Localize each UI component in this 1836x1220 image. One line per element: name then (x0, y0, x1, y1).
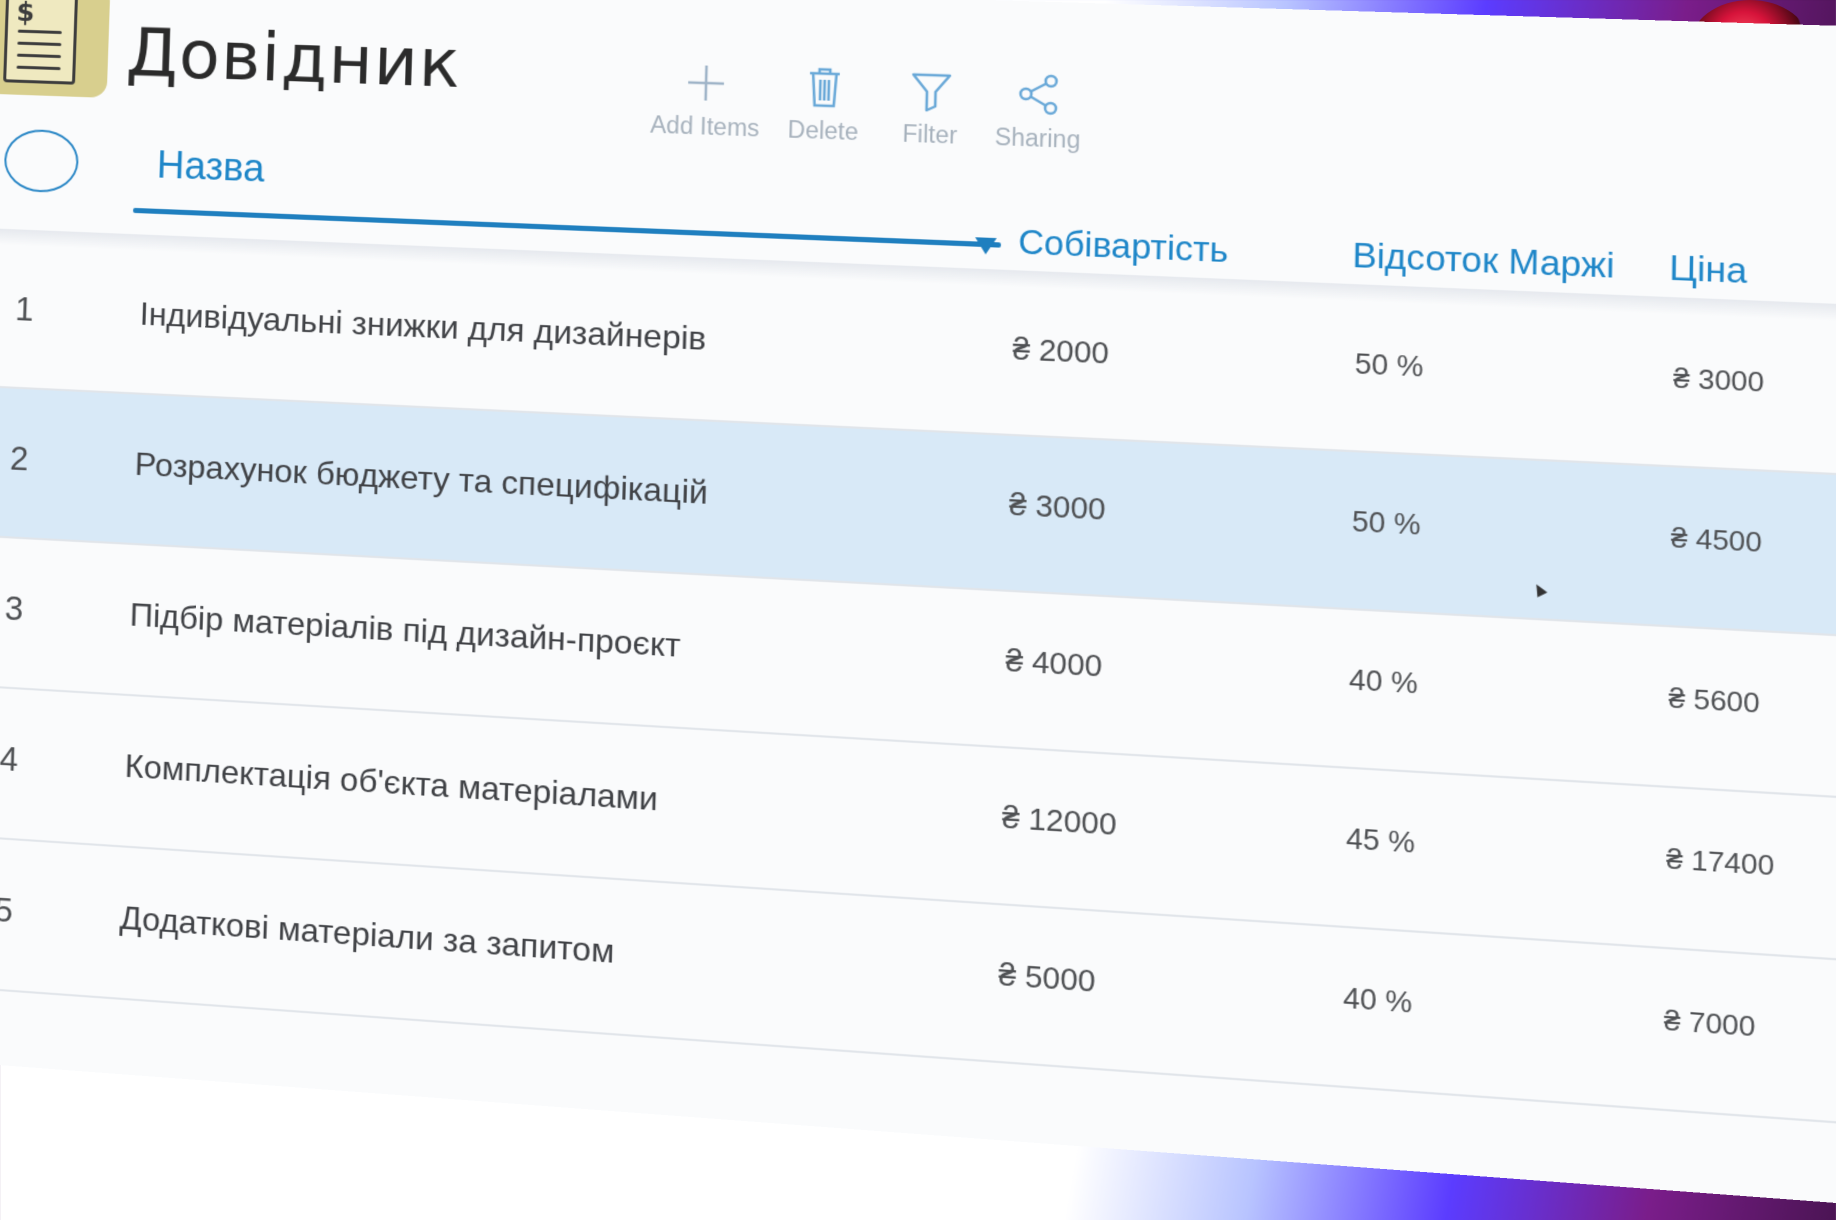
row-number: 3 (4, 588, 24, 628)
row-cost: ₴ 4000 (1005, 644, 1103, 684)
row-cost: ₴ 2000 (1012, 333, 1110, 371)
row-price: ₴ 17400 (1666, 842, 1775, 882)
row-margin: 50 % (1354, 347, 1424, 383)
row-name: Розрахунок бюджету та специфікацій (134, 445, 709, 512)
add-items-button[interactable]: Add Items (650, 58, 761, 143)
app-window: $ Довідник Add Items Delete Filter Shari… (0, 0, 1836, 1220)
delete-label: Delete (787, 115, 859, 146)
row-margin: 50 % (1351, 505, 1421, 542)
row-cost: ₴ 12000 (1001, 801, 1117, 843)
row-margin: 40 % (1342, 981, 1413, 1020)
column-header-name[interactable]: Назва (156, 144, 265, 192)
sort-descending-icon[interactable] (974, 237, 997, 255)
row-number: 2 (9, 439, 30, 478)
row-name: Додаткові матеріали за запитом (119, 898, 615, 971)
document-dollar-icon: $ (3, 0, 79, 85)
row-number: 4 (0, 739, 19, 779)
row-name: Підбір матеріалів під дизайн-проєкт (129, 595, 682, 665)
row-price: ₴ 3000 (1673, 361, 1765, 399)
row-cost: ₴ 5000 (998, 958, 1096, 1000)
row-price: ₴ 7000 (1663, 1003, 1756, 1043)
row-number: 5 (0, 890, 14, 930)
app-logo: $ (0, 0, 111, 98)
sharing-button[interactable]: Sharing (994, 69, 1082, 154)
toolbar: Add Items Delete Filter Sharing (650, 58, 1082, 155)
column-header-margin[interactable]: Відсоток Маржі (1352, 235, 1615, 286)
row-cost: ₴ 3000 (1008, 488, 1107, 528)
table-body: 1 Індивідуальні знижки для дизайнерів ₴ … (0, 238, 1836, 1138)
sharing-label: Sharing (994, 123, 1081, 154)
row-margin: 40 % (1348, 663, 1419, 700)
page-title: Довідник (124, 14, 463, 104)
filter-button[interactable]: Filter (887, 65, 975, 150)
row-number: 1 (14, 289, 35, 328)
add-items-label: Add Items (649, 110, 760, 142)
row-margin: 45 % (1345, 822, 1416, 860)
filter-label: Filter (902, 119, 958, 149)
filter-icon (906, 66, 956, 115)
plus-icon (681, 59, 731, 108)
row-price: ₴ 5600 (1668, 681, 1761, 720)
delete-button[interactable]: Delete (780, 62, 867, 147)
share-icon (1013, 70, 1064, 120)
row-name: Індивідуальні знижки для дизайнерів (139, 295, 707, 358)
column-header-cost[interactable]: Собівартість (1018, 222, 1229, 270)
row-name: Комплектація об'єкта матеріалами (124, 747, 659, 818)
trash-icon (799, 62, 849, 111)
row-price: ₴ 4500 (1670, 521, 1763, 559)
column-header-price[interactable]: Ціна (1669, 248, 1747, 292)
